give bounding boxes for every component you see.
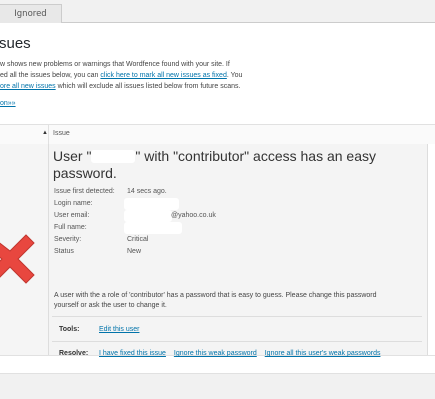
divider: [52, 341, 422, 342]
intro-line-1: w shows new problems or warnings that Wo…: [0, 61, 230, 68]
mark-all-fixed-link[interactable]: click here to mark all new issues as fix…: [100, 72, 226, 79]
redacted-full-name: [124, 222, 182, 234]
intro-line-2: ed all the issues below, you can click h…: [0, 70, 430, 81]
tab-bar: Ignored Issues: [0, 0, 435, 37]
detail-user-email: User email: @yahoo.co.uk: [54, 210, 354, 224]
status-label: Status: [54, 248, 74, 255]
issue-title-part-1: User ": [53, 148, 92, 164]
detail-severity: Severity: Critical: [54, 236, 354, 248]
intro-line-3-suffix: which will exclude all issues listed bel…: [55, 83, 241, 90]
user-email-label: User email:: [54, 212, 90, 219]
intro-text: w shows new problems or warnings that Wo…: [0, 59, 430, 92]
critical-x-icon: [0, 234, 35, 284]
issue-detail-panel: User " " with "contributor" access has an…: [49, 144, 428, 357]
issues-table-header: ▲ Issue: [0, 124, 435, 145]
issue-row: User " " with "contributor" access has an…: [0, 144, 435, 357]
status-value: New: [127, 248, 142, 255]
intro-line-2-suffix: . You: [226, 72, 243, 79]
first-detected-label: Issue first detected:: [54, 188, 115, 195]
full-name-label: Full name:: [54, 224, 87, 231]
redacted-email: [124, 210, 172, 222]
first-detected-value: 14 secs ago.: [127, 188, 167, 195]
login-name-label: Login name:: [54, 200, 93, 207]
detail-full-name: Full name:: [54, 222, 354, 236]
issue-status-column: [0, 144, 49, 355]
detail-login-name: Login name:: [54, 198, 354, 212]
column-header-issue[interactable]: Issue: [53, 130, 70, 137]
resolve-label: Resolve:: [59, 350, 89, 357]
ignore-weak-password-link[interactable]: Ignore this weak password: [174, 350, 257, 357]
tools-label: Tools:: [59, 326, 80, 333]
severity-label: Severity:: [54, 236, 82, 243]
mark-fixed-link[interactable]: I have fixed this issue: [99, 350, 166, 357]
edit-user-link[interactable]: Edit this user: [99, 326, 139, 333]
page-title: sues: [0, 35, 31, 52]
issue-title: User " " with "contributor" access has an…: [53, 148, 413, 182]
redacted-username: [91, 150, 136, 163]
user-email-value: @yahoo.co.uk: [171, 212, 216, 219]
ignore-all-weak-passwords-link[interactable]: Ignore all this user's weak passwords: [265, 350, 381, 357]
tools-row: Tools: Edit this user: [59, 326, 139, 333]
detail-status: Status New: [54, 248, 354, 260]
issue-description: A user with the a role of 'contributor' …: [54, 292, 377, 309]
main-content: sues w shows new problems or warnings th…: [0, 23, 435, 399]
ignore-all-new-link[interactable]: ore all new issues: [0, 83, 56, 90]
resolve-links: I have fixed this issue Ignore this weak…: [99, 349, 399, 359]
severity-value: Critical: [127, 236, 149, 243]
tab-ignored-issues[interactable]: Ignored Issues: [0, 4, 62, 37]
redacted-login-name: [124, 198, 179, 210]
intro-line-3: ore all new issues which will exclude al…: [0, 81, 430, 92]
bottom-area: [0, 373, 435, 399]
column-divider: [48, 125, 49, 144]
detail-first-detected: Issue first detected: 14 secs ago.: [54, 188, 354, 200]
intro-line-2-text: ed all the issues below, you can: [0, 72, 101, 79]
more-info-link[interactable]: on»»: [0, 100, 16, 107]
divider: [52, 316, 422, 317]
